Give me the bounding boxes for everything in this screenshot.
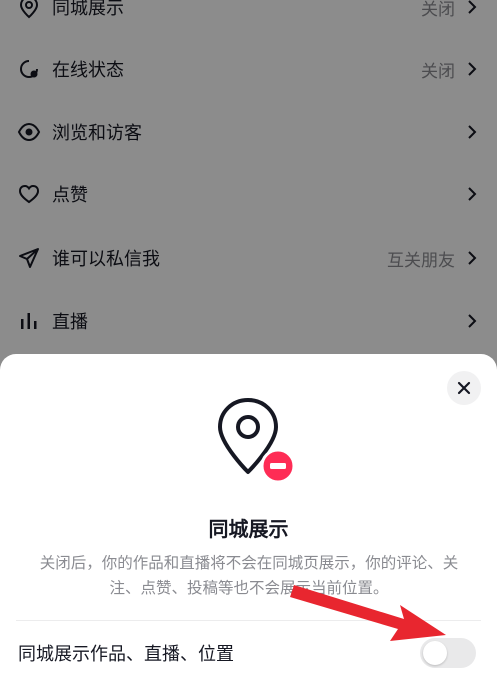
nearby-bottom-sheet: 同城展示 关闭后，你的作品和直播将不会在同城页展示，你的评论、关注、点赞、投稿等…	[0, 354, 497, 695]
sheet-description: 关闭后，你的作品和直播将不会在同城页展示，你的评论、关注、点赞、投稿等也不会展示…	[39, 554, 459, 597]
sheet-title: 同城展示	[208, 517, 289, 541]
toggle-knob	[423, 641, 447, 665]
divider	[16, 620, 481, 621]
close-button[interactable]	[447, 371, 481, 405]
nearby-display-toggle[interactable]	[420, 638, 476, 668]
toggle-label: 同城展示作品、直播、位置	[18, 644, 234, 665]
close-icon	[457, 381, 471, 395]
location-pin-minus-icon	[218, 398, 296, 484]
